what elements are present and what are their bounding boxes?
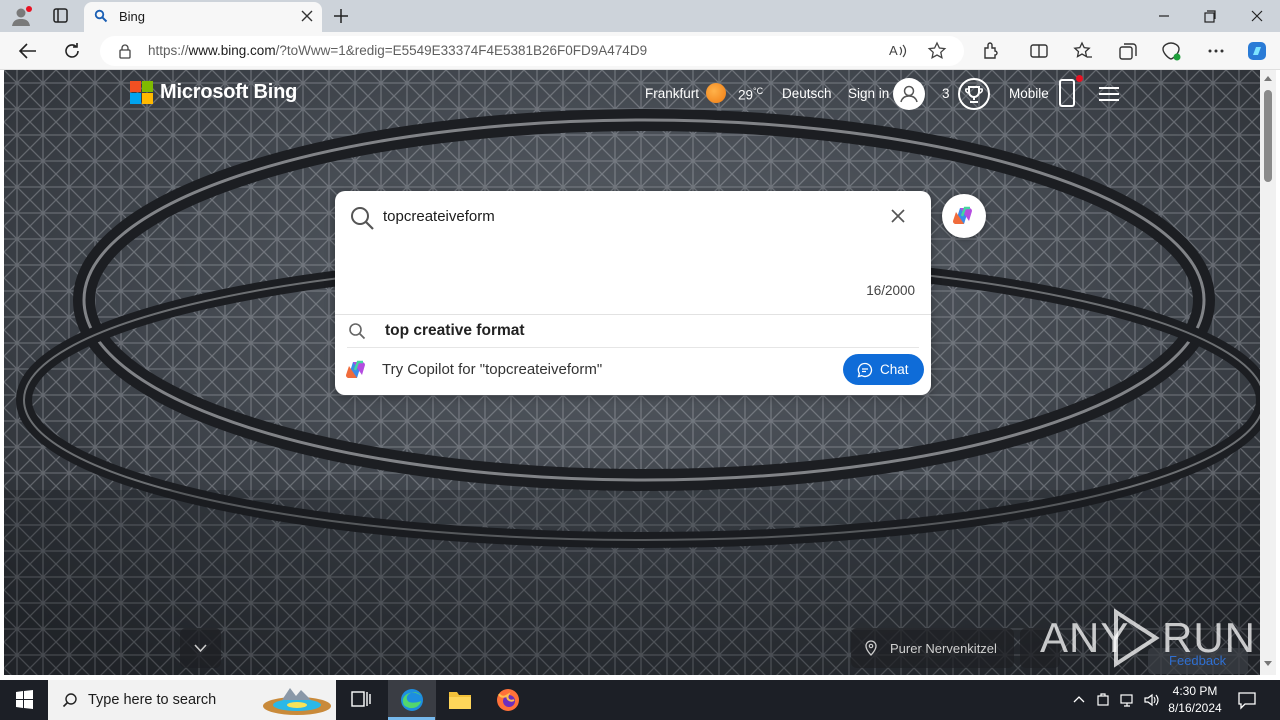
task-view-icon[interactable] <box>336 680 384 720</box>
notification-center-icon[interactable] <box>1236 690 1258 710</box>
image-info-button[interactable]: Purer Nervenkitzel <box>851 628 1014 668</box>
suggestion-item[interactable]: top creative format <box>335 315 931 347</box>
copilot-suggestion[interactable]: Try Copilot for "topcreateiveform" Chat <box>335 348 931 394</box>
rewards-count[interactable]: 3 <box>942 86 950 101</box>
chat-bubble-icon <box>857 362 873 378</box>
sign-in-link[interactable]: Sign in <box>848 86 889 101</box>
minimize-icon[interactable] <box>1152 6 1176 26</box>
bing-homepage: Microsoft Bing Frankfurt 29°C Deutsch Si… <box>4 70 1260 675</box>
copilot-button[interactable] <box>942 194 986 238</box>
restore-icon[interactable] <box>1198 6 1222 26</box>
scroll-down-button[interactable] <box>180 628 221 668</box>
rewards-badge[interactable] <box>958 78 990 110</box>
trophy-icon <box>965 86 983 103</box>
firefox-icon[interactable] <box>484 680 532 720</box>
user-icon <box>900 85 918 103</box>
tab-actions-icon[interactable] <box>48 6 72 26</box>
tab-strip: Bing <box>0 0 1280 32</box>
notification-dot <box>1076 75 1083 82</box>
phone-icon[interactable] <box>1059 79 1075 107</box>
url-text[interactable]: https://www.bing.com/?toWww=1&redig=E554… <box>148 43 647 58</box>
tab-title: Bing <box>119 9 146 24</box>
logo-green-square <box>142 81 153 92</box>
browser-toolbar: https://www.bing.com/?toWww=1&redig=E554… <box>0 32 1280 70</box>
favorites-icon[interactable] <box>1072 40 1094 62</box>
tray-chevron-icon[interactable] <box>1071 692 1087 708</box>
weather-temp[interactable]: 29°C <box>738 86 763 103</box>
system-clock[interactable]: 4:30 PM 8/16/2024 <box>1160 683 1230 717</box>
search-icon <box>62 693 77 708</box>
split-screen-icon[interactable] <box>1028 40 1050 62</box>
profile-icon[interactable] <box>10 6 32 26</box>
favorite-star-icon[interactable] <box>926 40 948 62</box>
copilot-sidebar-icon[interactable] <box>1246 40 1268 62</box>
location-pin-icon <box>865 640 877 656</box>
clear-search-icon[interactable] <box>889 207 907 225</box>
search-box[interactable]: topcreateiveform 16/2000 top creative fo… <box>335 191 931 395</box>
language-link[interactable]: Deutsch <box>782 86 832 101</box>
search-favicon-icon <box>94 9 108 23</box>
network-icon[interactable] <box>1119 692 1135 708</box>
search-icon[interactable] <box>349 205 375 231</box>
logo-yellow-square <box>142 93 153 104</box>
taskbar-search[interactable]: Type here to search <box>48 680 336 720</box>
defender-icon[interactable] <box>1095 692 1111 708</box>
scrollbar-thumb[interactable] <box>1264 90 1272 182</box>
browser-essentials-icon[interactable] <box>1160 40 1182 62</box>
suggestion-text: top creative format <box>385 322 525 339</box>
weather-city[interactable]: Frankfurt <box>645 86 699 101</box>
sun-weather-icon[interactable] <box>706 83 726 103</box>
scroll-down-icon[interactable] <box>1263 660 1273 668</box>
search-highlight-icon <box>263 688 331 715</box>
logo-text: Microsoft Bing <box>160 81 298 103</box>
clock-time: 4:30 PM <box>1172 684 1218 698</box>
read-aloud-icon[interactable]: A <box>886 40 908 62</box>
logo-red-square <box>130 81 141 92</box>
chat-label: Chat <box>880 362 909 377</box>
search-input[interactable]: topcreateiveform <box>383 208 495 225</box>
character-count: 16/2000 <box>866 283 915 298</box>
copilot-icon <box>952 206 972 224</box>
svg-text:A: A <box>889 43 898 58</box>
bing-logo[interactable]: Microsoft Bing <box>130 80 300 106</box>
anyrun-watermark: ANY RUN <box>1040 604 1255 670</box>
new-tab-icon[interactable] <box>330 6 352 26</box>
copilot-prompt-text: Try Copilot for "topcreateiveform" <box>382 361 603 378</box>
clock-date: 8/16/2024 <box>1168 701 1222 715</box>
back-icon[interactable] <box>16 40 40 62</box>
close-window-icon[interactable] <box>1245 6 1269 26</box>
chevron-down-icon <box>194 644 207 653</box>
edge-icon[interactable] <box>388 680 436 720</box>
avatar[interactable] <box>893 78 925 110</box>
extensions-icon[interactable] <box>980 40 1002 62</box>
menu-icon[interactable] <box>1099 86 1119 102</box>
suggestion-search-icon <box>349 323 366 340</box>
copilot-icon <box>345 360 365 378</box>
lock-icon[interactable] <box>118 43 132 59</box>
tab-bing[interactable]: Bing <box>84 2 322 32</box>
refresh-icon[interactable] <box>60 40 84 62</box>
play-icon <box>1114 608 1160 668</box>
windows-start-icon[interactable] <box>0 680 48 720</box>
scroll-up-icon[interactable] <box>1263 74 1273 82</box>
taskbar: Type here to search 4:30 PM 8/16/2024 <box>0 680 1280 720</box>
vertical-scrollbar[interactable] <box>1260 70 1276 675</box>
chat-button[interactable]: Chat <box>843 354 924 385</box>
file-explorer-icon[interactable] <box>436 680 484 720</box>
volume-icon[interactable] <box>1143 692 1159 708</box>
collections-icon[interactable] <box>1117 40 1139 62</box>
image-title: Purer Nervenkitzel <box>890 641 997 656</box>
mobile-link[interactable]: Mobile <box>1009 86 1049 101</box>
watermark-right: RUN <box>1162 614 1256 661</box>
more-options-icon[interactable] <box>1205 40 1227 62</box>
taskbar-search-placeholder: Type here to search <box>88 692 217 708</box>
address-bar[interactable]: https://www.bing.com/?toWww=1&redig=E554… <box>100 36 964 66</box>
logo-blue-square <box>130 93 141 104</box>
close-tab-icon[interactable] <box>298 7 316 25</box>
